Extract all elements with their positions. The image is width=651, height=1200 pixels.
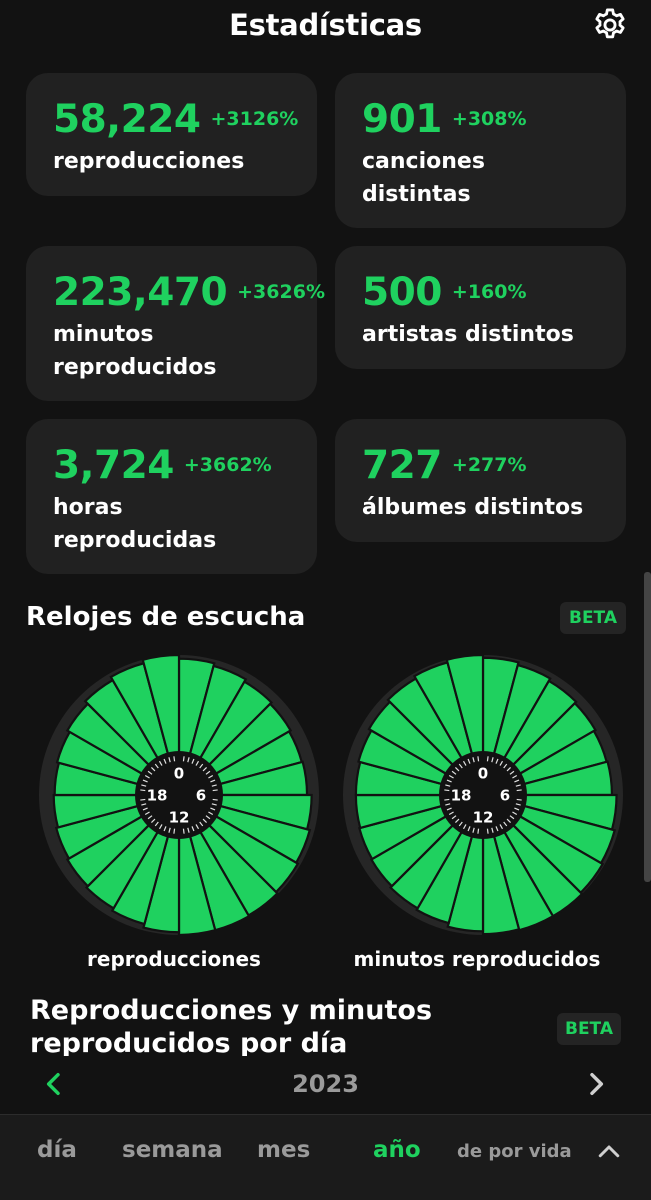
clock-tick [516, 789, 522, 792]
clock-hour-mark: 0 [478, 765, 488, 783]
stat-label: artistas distintos [362, 322, 574, 347]
clock-hour-mark: 0 [174, 765, 184, 783]
clock-hour-mark: 18 [147, 787, 168, 805]
clock-tick [477, 828, 480, 834]
stat-card-minutes: 223,470 +3626% minutos reproducidos [26, 246, 325, 401]
clocks-section-title: Relojes de escucha [26, 602, 306, 632]
listening-clock-plays: 06 1218 [39, 653, 319, 937]
period-tab-bar: día semana mes año de por vida [0, 1114, 651, 1200]
year-label: 2023 [292, 1070, 359, 1098]
clock-tick [182, 756, 185, 762]
stat-delta: +3126% [210, 108, 299, 130]
clock-tick [516, 798, 522, 801]
stat-card-artists: 500 +160% artistas distintos [335, 246, 626, 369]
stat-delta: +277% [451, 454, 527, 476]
chevron-up-icon[interactable] [594, 1137, 624, 1167]
clock-hour-mark: 6 [196, 787, 206, 805]
clock-tick [486, 756, 489, 762]
clock-tick [486, 828, 489, 834]
stat-value: 901 +308% [362, 97, 527, 142]
clock-tick [173, 756, 176, 762]
clock-tick [140, 798, 146, 801]
clock-tick [212, 789, 218, 792]
stat-value: 3,724 +3662% [53, 443, 272, 488]
clock-hour-mark: 12 [169, 809, 190, 827]
scrollbar-thumb[interactable] [644, 572, 651, 882]
clock-label: reproducciones [87, 947, 261, 971]
clock-tick [477, 756, 480, 762]
listening-clock-minutes: 06 1218 [343, 653, 623, 936]
clock-tick [182, 828, 185, 834]
clock-hour-mark: 18 [451, 787, 472, 805]
stat-value: 727 +277% [362, 443, 527, 488]
beta-badge: BETA [560, 602, 626, 634]
stat-value: 223,470 +3626% [53, 270, 325, 315]
tab-day[interactable]: día [37, 1137, 77, 1163]
stat-label: reproducciones [53, 149, 245, 174]
stat-label: horas reproducidas [53, 495, 217, 553]
stat-card-tracks: 901 +308% canciones distintas [335, 73, 626, 228]
tab-month[interactable]: mes [257, 1137, 310, 1163]
stat-card-plays: 58,224 +3126% reproducciones [26, 73, 317, 196]
clock-hour-mark: 6 [500, 787, 510, 805]
stat-label: canciones distintas [362, 149, 485, 207]
stat-card-albums: 727 +277% álbumes distintos [335, 419, 626, 542]
stat-card-hours: 3,724 +3662% horas reproducidas [26, 419, 317, 574]
stat-delta: +3662% [183, 454, 272, 476]
clock-label: minutos reproducidos [353, 947, 601, 971]
stat-value: 58,224 +3126% [53, 97, 299, 142]
clock-tick [140, 789, 146, 792]
daily-section-title: Reproducciones y minutos reproducidos po… [30, 995, 433, 1056]
page-title: Estadísticas [229, 8, 422, 42]
year-navigator: 2023 [0, 1058, 651, 1114]
clock-tick [444, 798, 450, 801]
beta-badge: BETA [557, 1013, 621, 1045]
clock-tick [173, 828, 176, 834]
clock-tick [444, 789, 450, 792]
app-header: Estadísticas [0, 0, 651, 55]
tab-week[interactable]: semana [122, 1137, 223, 1163]
chevron-right-icon[interactable] [580, 1068, 612, 1100]
clock-hour-mark: 12 [473, 809, 494, 827]
gear-icon[interactable] [591, 6, 629, 44]
tab-lifetime[interactable]: de por vida [457, 1141, 572, 1162]
stat-label: álbumes distintos [362, 495, 584, 520]
clock-tick [212, 798, 218, 801]
tab-year[interactable]: año [373, 1137, 421, 1163]
stat-delta: +308% [451, 108, 527, 130]
stat-delta: +160% [451, 281, 527, 303]
stat-value: 500 +160% [362, 270, 527, 315]
stat-label: minutos reproducidos [53, 322, 217, 380]
stat-delta: +3626% [237, 281, 325, 303]
